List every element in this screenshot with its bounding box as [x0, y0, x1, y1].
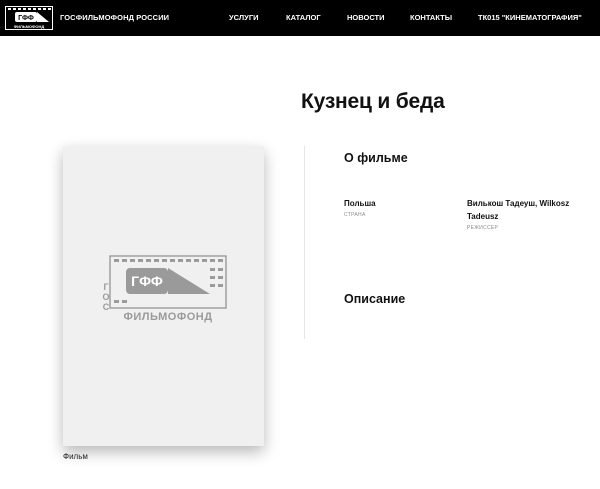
nav-catalog[interactable]: КАТАЛОГ [286, 13, 321, 22]
placeholder-side-text: ГОС [102, 282, 109, 312]
film-poster: ГФФ ГОС ФИЛЬМОФОНД [63, 146, 264, 446]
main-nav: УСЛУГИ КАТАЛОГ НОВОСТИ КОНТАКТЫ ТК015 "К… [0, 13, 600, 23]
about-heading: О фильме [344, 151, 408, 165]
vertical-divider [304, 146, 305, 339]
country-label: СТРАНА [344, 212, 366, 218]
nav-news[interactable]: НОВОСТИ [347, 13, 385, 22]
nav-services[interactable]: УСЛУГИ [229, 13, 258, 22]
page-title: Кузнец и беда [301, 90, 445, 113]
logo-caption: ФИЛЬМОФОНД [14, 24, 45, 29]
gff-placeholder-logo: ГФФ ГОС ФИЛЬМОФОНД [102, 255, 227, 323]
director-value-line2: Tadeusz [467, 212, 499, 221]
top-navigation-bar: ГФФ ФИЛЬМОФОНД ГОСФИЛЬМОФОНД РОССИИ УСЛУ… [0, 0, 600, 36]
director-value[interactable]: Вилькош Тадеуш, Wilkosz Tadeusz [467, 197, 569, 223]
director-value-line1: Вилькош Тадеуш, Wilkosz [467, 199, 570, 208]
nav-contacts[interactable]: КОНТАКТЫ [410, 13, 452, 22]
description-heading: Описание [344, 292, 406, 306]
placeholder-caption: ФИЛЬМОФОНД [123, 311, 212, 323]
country-value: Польша [344, 199, 376, 208]
director-label: РЕЖИССЕР [467, 225, 499, 231]
poster-caption: Фильм [63, 452, 88, 461]
nav-tk015[interactable]: ТК015 "КИНЕМАТОГРАФИЯ" [478, 13, 582, 22]
placeholder-logo-text: ГФФ [131, 273, 163, 289]
